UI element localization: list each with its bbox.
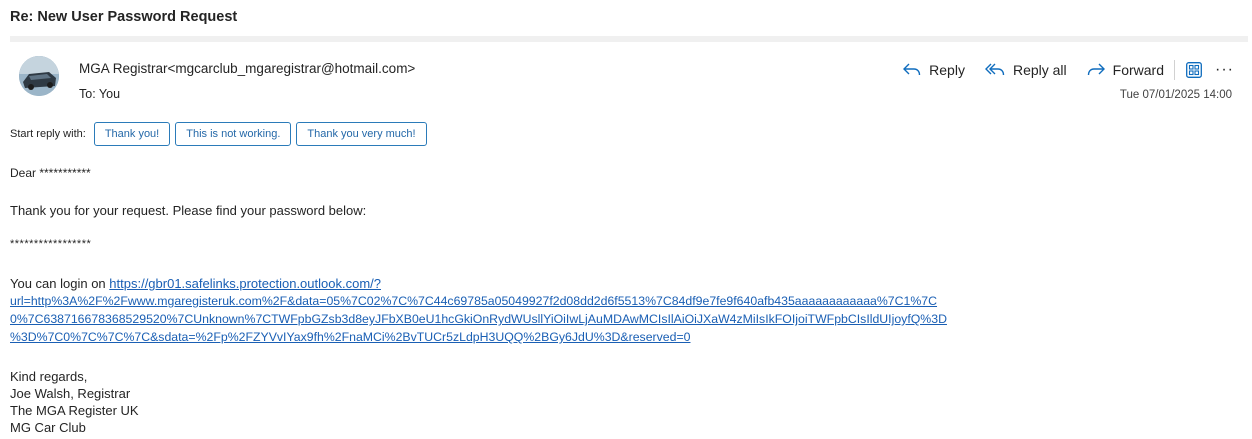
login-link-part-1[interactable]: https://gbr01.safelinks.protection.outlo… <box>109 276 381 291</box>
login-link-part-3[interactable]: 0%7C638716678368529520%7CUnknown%7CTWFpb… <box>10 312 947 326</box>
quick-reply-label: Start reply with: <box>10 128 86 140</box>
quick-reply-thank-you[interactable]: Thank you! <box>93 122 171 146</box>
quick-reply-not-working[interactable]: This is not working. <box>175 122 292 146</box>
avatar-image-icon <box>19 56 59 96</box>
message-actions: Reply Reply all Forward ··· <box>903 59 1234 81</box>
greeting: Dear *********** <box>10 166 91 180</box>
reply-icon <box>903 63 921 76</box>
forward-label: Forward <box>1112 62 1165 78</box>
avatar[interactable] <box>19 56 59 96</box>
login-prefix: You can login on <box>10 276 110 291</box>
header-divider <box>10 36 1248 42</box>
quick-reply-bar: Start reply with: Thank you! This is not… <box>10 122 432 146</box>
reply-all-label: Reply all <box>1012 62 1067 78</box>
forward-icon <box>1087 63 1105 76</box>
signoff-line: Joe Walsh, Registrar <box>10 386 131 401</box>
forward-button[interactable]: Forward <box>1087 62 1164 78</box>
quick-reply-thank-you-very-much[interactable]: Thank you very much! <box>296 122 427 146</box>
masked-password: ***************** <box>10 238 92 250</box>
apps-button[interactable] <box>1183 59 1205 81</box>
reply-all-button[interactable]: Reply all <box>984 62 1067 78</box>
sent-date: Tue 07/01/2025 14:00 <box>1119 89 1232 101</box>
recipient-line: To: You <box>79 87 121 101</box>
login-link-part-2[interactable]: url=http%3A%2F%2Fwww.mgaregisteruk.com%2… <box>10 294 937 308</box>
login-line: You can login on https://gbr01.safelinks… <box>10 276 381 291</box>
body-line: Thank you for your request. Please find … <box>10 203 367 218</box>
reply-button[interactable]: Reply <box>903 62 965 78</box>
reply-all-icon <box>984 63 1005 76</box>
sender-address[interactable]: MGA Registrar<mgcarclub_mgaregistrar@hot… <box>79 61 415 76</box>
more-icon[interactable]: ··· <box>1215 61 1234 79</box>
apps-icon <box>1186 62 1202 78</box>
login-link-part-4[interactable]: %3D%7C0%7C%7C%7C&sdata=%2Fp%2FZYVvIYax9f… <box>10 330 690 344</box>
email-subject: Re: New User Password Request <box>10 9 238 25</box>
signoff-line: MG Car Club <box>10 420 86 435</box>
signoff-line: Kind regards, <box>10 369 88 384</box>
actions-divider <box>1174 60 1176 80</box>
reply-label: Reply <box>929 62 965 78</box>
signoff-line: The MGA Register UK <box>10 403 139 418</box>
